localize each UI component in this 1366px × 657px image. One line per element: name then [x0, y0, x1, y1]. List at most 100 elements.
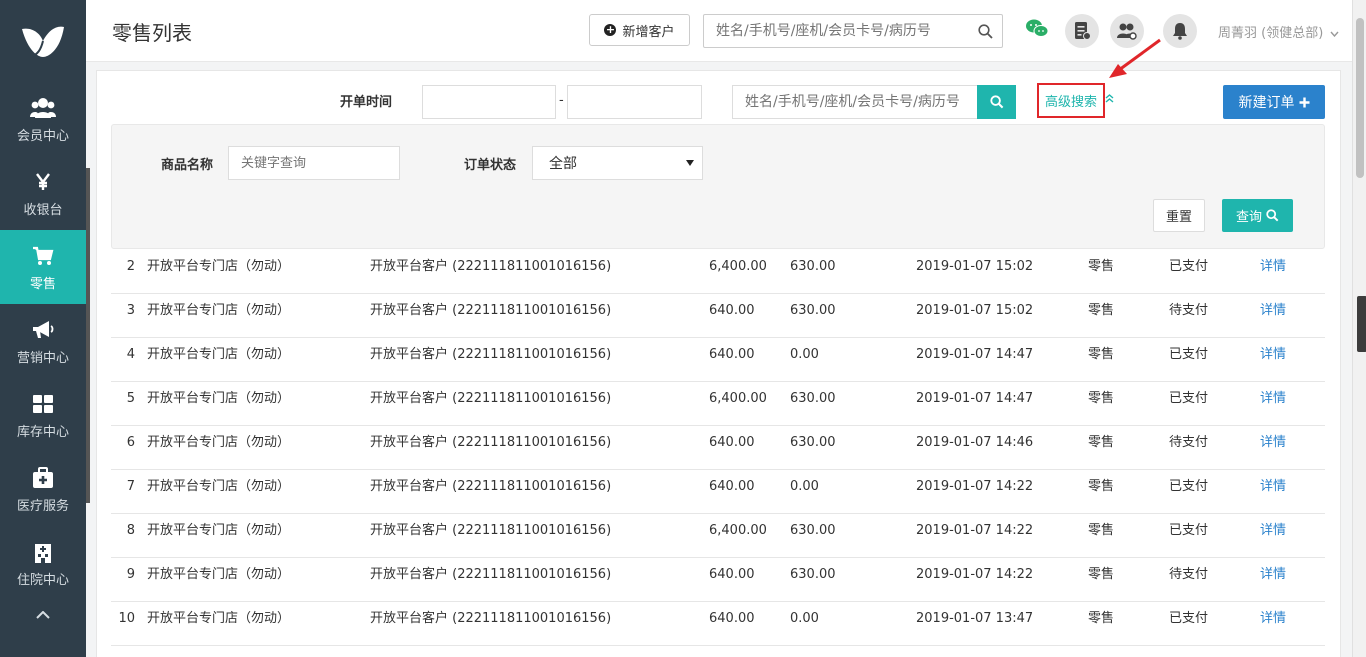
sidebar-item-label: 住院中心: [16, 572, 69, 588]
sidebar-item[interactable]: 库存中心: [0, 378, 86, 452]
store-name: 开放平台专门店（勿动）: [147, 435, 291, 450]
detail-link[interactable]: 详情: [1260, 470, 1286, 504]
order-search-field: [732, 85, 978, 119]
customer-name: 开放平台客户 (222111811001016156): [370, 347, 612, 362]
advanced-search-panel: 商品名称 订单状态 全部 重置 查询: [111, 124, 1325, 249]
order-type: 零售: [1088, 303, 1115, 318]
order-type: 零售: [1088, 347, 1115, 362]
row-number: 4: [126, 347, 135, 362]
page-title: 零售列表: [112, 21, 192, 45]
medkit-icon: [32, 465, 54, 491]
add-customer-button[interactable]: + 新增客户: [589, 14, 690, 46]
new-order-label: 新建订单: [1238, 95, 1295, 111]
order-search-button[interactable]: [977, 85, 1016, 119]
order-search-input[interactable]: [733, 86, 977, 118]
group-settings-icon[interactable]: [1110, 14, 1144, 48]
date-start-field[interactable]: [422, 85, 556, 119]
order-time: 2019-01-07 14:47: [916, 391, 1034, 406]
date-start-input[interactable]: [423, 86, 555, 118]
header-search: [703, 14, 1003, 48]
date-end-input[interactable]: [568, 86, 701, 118]
paid-amount: 630.00: [790, 523, 836, 538]
paid-amount: 0.00: [790, 479, 819, 494]
detail-link[interactable]: 详情: [1260, 382, 1286, 416]
window-scrollbar[interactable]: [1352, 0, 1366, 657]
sidebar-item[interactable]: 零售: [0, 230, 86, 304]
sidebar-item[interactable]: 住院中心: [0, 526, 86, 600]
paid-amount: 0.00: [790, 347, 819, 362]
row-number: 10: [118, 611, 135, 626]
table-row: 5 开放平台专门店（勿动） 开放平台客户 (222111811001016156) 6…: [111, 382, 1325, 426]
add-customer-label: 新增客户: [622, 24, 675, 40]
sidebar-scrollbar[interactable]: [86, 168, 90, 503]
chevron-down-icon: [1330, 31, 1339, 37]
date-end-field[interactable]: [567, 85, 702, 119]
query-button[interactable]: 查询: [1222, 199, 1293, 232]
advanced-search-link[interactable]: 高级搜索: [1037, 83, 1105, 118]
detail-link[interactable]: 详情: [1260, 338, 1286, 372]
sidebar-item[interactable]: 会员中心: [0, 82, 86, 156]
order-time: 2019-01-07 14:46: [916, 435, 1034, 450]
pay-status: 待支付: [1169, 303, 1209, 318]
customer-name: 开放平台客户 (222111811001016156): [370, 523, 612, 538]
sidebar-more-button[interactable]: [0, 600, 86, 630]
sidebar-item[interactable]: 营销中心: [0, 304, 86, 378]
store-name: 开放平台专门店（勿动）: [147, 567, 291, 582]
customer-name: 开放平台客户 (222111811001016156): [370, 479, 612, 494]
order-amount: 640.00: [709, 611, 755, 626]
detail-link[interactable]: 详情: [1260, 558, 1286, 592]
paid-amount: 630.00: [790, 259, 836, 274]
order-amount: 640.00: [709, 347, 755, 362]
detail-link[interactable]: 详情: [1260, 426, 1286, 460]
detail-link[interactable]: 详情: [1260, 514, 1286, 548]
store-name: 开放平台专门店（勿动）: [147, 479, 291, 494]
store-name: 开放平台专门店（勿动）: [147, 523, 291, 538]
store-name: 开放平台专门店（勿动）: [147, 259, 291, 274]
order-type: 零售: [1088, 611, 1115, 626]
status-select[interactable]: 全部: [532, 146, 703, 180]
wechat-icon[interactable]: [1025, 18, 1051, 44]
order-time: 2019-01-07 14:22: [916, 567, 1034, 582]
pay-status: 待支付: [1169, 435, 1209, 450]
table-row: 8 开放平台专门店（勿动） 开放平台客户 (222111811001016156) 6…: [111, 514, 1325, 558]
side-handle[interactable]: [1357, 296, 1366, 352]
pay-status: 待支付: [1169, 567, 1209, 582]
new-order-button[interactable]: 新建订单: [1223, 85, 1325, 119]
row-number: 9: [126, 567, 135, 582]
order-time: 2019-01-07 14:22: [916, 479, 1034, 494]
search-icon[interactable]: [968, 23, 1002, 39]
paid-amount: 630.00: [790, 303, 836, 318]
customer-name: 开放平台客户 (222111811001016156): [370, 567, 612, 582]
scrollbar-thumb[interactable]: [1356, 18, 1364, 178]
yen-icon: [36, 169, 50, 195]
reset-button[interactable]: 重置: [1153, 199, 1205, 232]
detail-link[interactable]: 详情: [1260, 250, 1286, 284]
bell-icon[interactable]: [1163, 14, 1197, 48]
product-field[interactable]: [228, 146, 400, 180]
sidebar-item[interactable]: 收银台: [0, 156, 86, 230]
sidebar-item[interactable]: 医疗服务: [0, 452, 86, 526]
paid-amount: 630.00: [790, 567, 836, 582]
order-type: 零售: [1088, 567, 1115, 582]
detail-link[interactable]: 详情: [1260, 294, 1286, 328]
store-name: 开放平台专门店（勿动）: [147, 611, 291, 626]
row-number: 2: [126, 259, 135, 274]
search-icon: [1266, 209, 1279, 222]
table-row: 9 开放平台专门店（勿动） 开放平台客户 (222111811001016156) 6…: [111, 558, 1325, 602]
pay-status: 已支付: [1169, 523, 1209, 538]
table-row: 4 开放平台专门店（勿动） 开放平台客户 (222111811001016156) 6…: [111, 338, 1325, 382]
user-menu[interactable]: 周菁羽 (领健总部): [1218, 22, 1339, 41]
user-name: 周菁羽 (领健总部): [1218, 26, 1324, 41]
app-logo[interactable]: [0, 0, 86, 82]
double-chevron-up-icon[interactable]: [1105, 93, 1114, 106]
order-amount: 640.00: [709, 567, 755, 582]
order-amount: 640.00: [709, 303, 755, 318]
search-icon: [989, 95, 1003, 109]
report-icon[interactable]: [1065, 14, 1099, 48]
table-row: 3 开放平台专门店（勿动） 开放平台客户 (222111811001016156) 6…: [111, 294, 1325, 338]
detail-link[interactable]: 详情: [1260, 602, 1286, 636]
product-input[interactable]: [229, 147, 399, 179]
members-icon: [30, 95, 56, 121]
order-time: 2019-01-07 15:02: [916, 259, 1034, 274]
header-search-input[interactable]: [704, 15, 968, 47]
